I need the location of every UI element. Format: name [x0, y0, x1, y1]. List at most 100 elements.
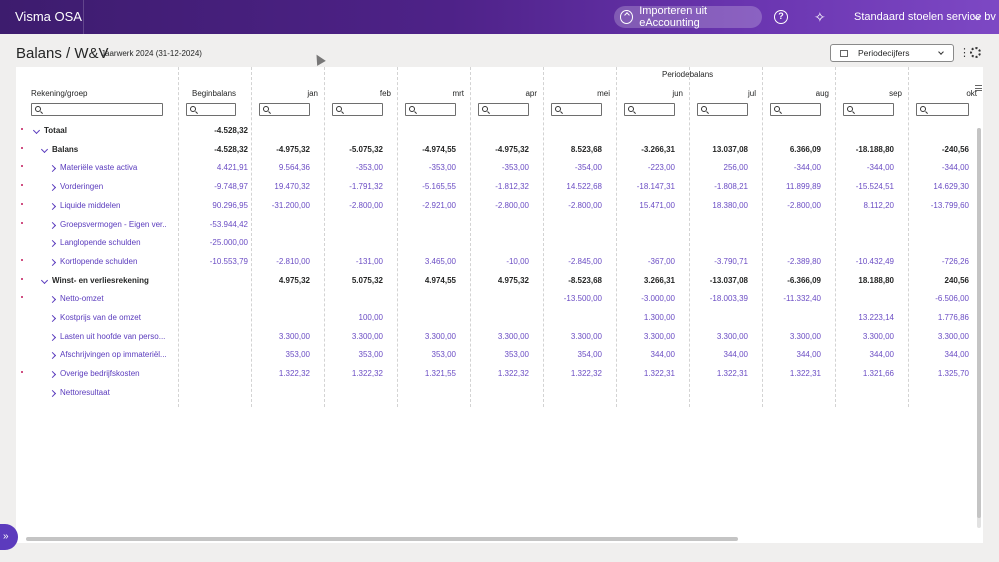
period-cell-okt[interactable]: 344,00: [908, 350, 969, 359]
row-label[interactable]: Kostprijs van de omzet: [60, 313, 166, 322]
filter-mrt-input[interactable]: [405, 103, 456, 116]
filter-mei-input[interactable]: [551, 103, 602, 116]
chevron-right-icon[interactable]: [48, 184, 57, 192]
period-cell-mei[interactable]: -13.500,00: [543, 294, 602, 303]
period-cell-jul[interactable]: 3.300,00: [689, 332, 748, 341]
table-row[interactable]: Overige bedrijfskosten 1.322,32 1.322,32 1.…: [16, 366, 983, 384]
table-row[interactable]: Netto-omzet -13.500,00 -3.000,00 -18.003,39…: [16, 291, 983, 309]
period-cell-mrt[interactable]: 3.300,00: [397, 332, 456, 341]
table-row[interactable]: Winst- en verliesrekening 4.975,32 5.075,3…: [16, 273, 983, 291]
chevron-right-icon[interactable]: [48, 371, 57, 379]
row-label[interactable]: Vorderingen: [60, 182, 166, 191]
period-cell-jun[interactable]: 1.300,00: [616, 313, 675, 322]
period-cell-mrt[interactable]: -2.921,00: [397, 201, 456, 210]
row-label[interactable]: Netto-omzet: [60, 294, 166, 303]
period-cell-jul[interactable]: -1.808,21: [689, 182, 748, 191]
period-cell-jan[interactable]: 3.300,00: [251, 332, 310, 341]
period-cell-jan[interactable]: 1.322,32: [251, 369, 310, 378]
period-cell-jan[interactable]: 9.564,36: [251, 163, 310, 172]
period-cell-mrt[interactable]: 353,00: [397, 350, 456, 359]
table-row[interactable]: Totaal -4.528,32: [16, 123, 983, 141]
column-header-feb[interactable]: feb: [377, 89, 391, 98]
filter-jan-input[interactable]: [259, 103, 310, 116]
opening-balance-cell[interactable]: -25.000,00: [178, 238, 248, 247]
chevron-right-icon[interactable]: [48, 165, 57, 173]
period-cell-sep[interactable]: 1.321,66: [835, 369, 894, 378]
period-cell-apr[interactable]: 1.322,32: [470, 369, 529, 378]
filter-feb-input[interactable]: [332, 103, 383, 116]
period-cell-jan[interactable]: 19.470,32: [251, 182, 310, 191]
table-row[interactable]: Balans -4.528,32 -4.975,32 -5.075,32 -4.974,…: [16, 142, 983, 160]
period-cell-sep[interactable]: -10.432,49: [835, 257, 894, 266]
period-cell-feb[interactable]: 3.300,00: [324, 332, 383, 341]
filter-okt-input[interactable]: [916, 103, 969, 116]
column-header-jan[interactable]: jan: [304, 89, 318, 98]
scrollbar-thumb[interactable]: [977, 128, 981, 518]
period-cell-jul[interactable]: 1.322,31: [689, 369, 748, 378]
period-cell-jun[interactable]: -18.147,31: [616, 182, 675, 191]
period-cell-jun[interactable]: 344,00: [616, 350, 675, 359]
period-cell-sep[interactable]: 13.223,14: [835, 313, 894, 322]
period-cell-apr[interactable]: -353,00: [470, 163, 529, 172]
period-cell-feb[interactable]: 353,00: [324, 350, 383, 359]
period-cell-mei[interactable]: 1.322,32: [543, 369, 602, 378]
period-cell-feb[interactable]: -353,00: [324, 163, 383, 172]
period-cell-sep[interactable]: 8.112,20: [835, 201, 894, 210]
filter-jun-input[interactable]: [624, 103, 675, 116]
period-cell-jun[interactable]: -367,00: [616, 257, 675, 266]
table-row[interactable]: Kostprijs van de omzet 100,00 1.300,00 13.2…: [16, 310, 983, 328]
scrollbar-thumb[interactable]: [26, 537, 738, 541]
period-cell-aug[interactable]: -2.389,80: [762, 257, 821, 266]
sparkle-icon[interactable]: ✧: [814, 9, 830, 25]
table-row[interactable]: Nettoresultaat: [16, 385, 983, 403]
period-cell-apr[interactable]: 353,00: [470, 350, 529, 359]
period-cell-okt[interactable]: -6.506,00: [908, 294, 969, 303]
chevron-right-icon[interactable]: [48, 352, 57, 360]
row-label[interactable]: Overige bedrijfskosten: [60, 369, 166, 378]
chevron-down-icon[interactable]: [32, 126, 41, 135]
row-label[interactable]: Lasten uit hoofde van perso...: [60, 332, 166, 341]
period-cell-sep[interactable]: 344,00: [835, 350, 894, 359]
filter-jul-input[interactable]: [697, 103, 748, 116]
column-header-jun[interactable]: jun: [669, 89, 683, 98]
period-cell-feb[interactable]: 100,00: [324, 313, 383, 322]
period-cell-mrt[interactable]: 1.321,55: [397, 369, 456, 378]
period-cell-apr[interactable]: -10,00: [470, 257, 529, 266]
chevron-right-icon[interactable]: [48, 389, 57, 397]
chevron-down-icon[interactable]: [40, 145, 49, 153]
chevron-right-icon[interactable]: [48, 202, 57, 210]
period-cell-jul[interactable]: 18.380,00: [689, 201, 748, 210]
column-header-sep[interactable]: sep: [888, 89, 902, 98]
column-header-aug[interactable]: aug: [815, 89, 829, 98]
period-cell-okt[interactable]: 1.325,70: [908, 369, 969, 378]
period-cell-aug[interactable]: 3.300,00: [762, 332, 821, 341]
column-header-mei[interactable]: mei: [596, 89, 610, 98]
period-cell-aug[interactable]: 344,00: [762, 350, 821, 359]
gear-icon[interactable]: [970, 47, 981, 58]
chevron-right-icon[interactable]: [48, 296, 57, 304]
period-cell-sep[interactable]: -15.524,51: [835, 182, 894, 191]
column-header-apr[interactable]: apr: [523, 89, 537, 98]
period-cell-jun[interactable]: 3.300,00: [616, 332, 675, 341]
chevron-right-icon[interactable]: [48, 314, 57, 323]
period-cell-jun[interactable]: 1.322,31: [616, 369, 675, 378]
period-cell-mei[interactable]: -2.845,00: [543, 257, 602, 266]
row-label[interactable]: Materiële vaste activa: [60, 163, 166, 172]
chevron-right-icon[interactable]: [48, 333, 57, 341]
vertical-scrollbar[interactable]: [975, 118, 983, 538]
column-header-account[interactable]: Rekening/groep: [31, 89, 87, 98]
row-label[interactable]: Groepsvermogen - Eigen ver...: [60, 220, 166, 229]
period-cell-mrt[interactable]: 3.465,00: [397, 257, 456, 266]
opening-balance-cell[interactable]: -53.944,42: [178, 220, 248, 229]
period-cell-okt[interactable]: 1.776,86: [908, 313, 969, 322]
chevron-right-icon[interactable]: [48, 258, 57, 266]
period-cell-okt[interactable]: 3.300,00: [908, 332, 969, 341]
row-label[interactable]: Kortlopende schulden: [60, 257, 166, 266]
column-header-opening-balance[interactable]: Beginbalans: [192, 89, 236, 98]
period-cell-aug[interactable]: 11.899,89: [762, 182, 821, 191]
period-cell-feb[interactable]: -131,00: [324, 257, 383, 266]
filter-sep-input[interactable]: [843, 103, 894, 116]
period-cell-okt[interactable]: 14.629,30: [908, 182, 969, 191]
chevron-right-icon[interactable]: [48, 221, 57, 229]
period-cell-jul[interactable]: -18.003,39: [689, 294, 748, 303]
